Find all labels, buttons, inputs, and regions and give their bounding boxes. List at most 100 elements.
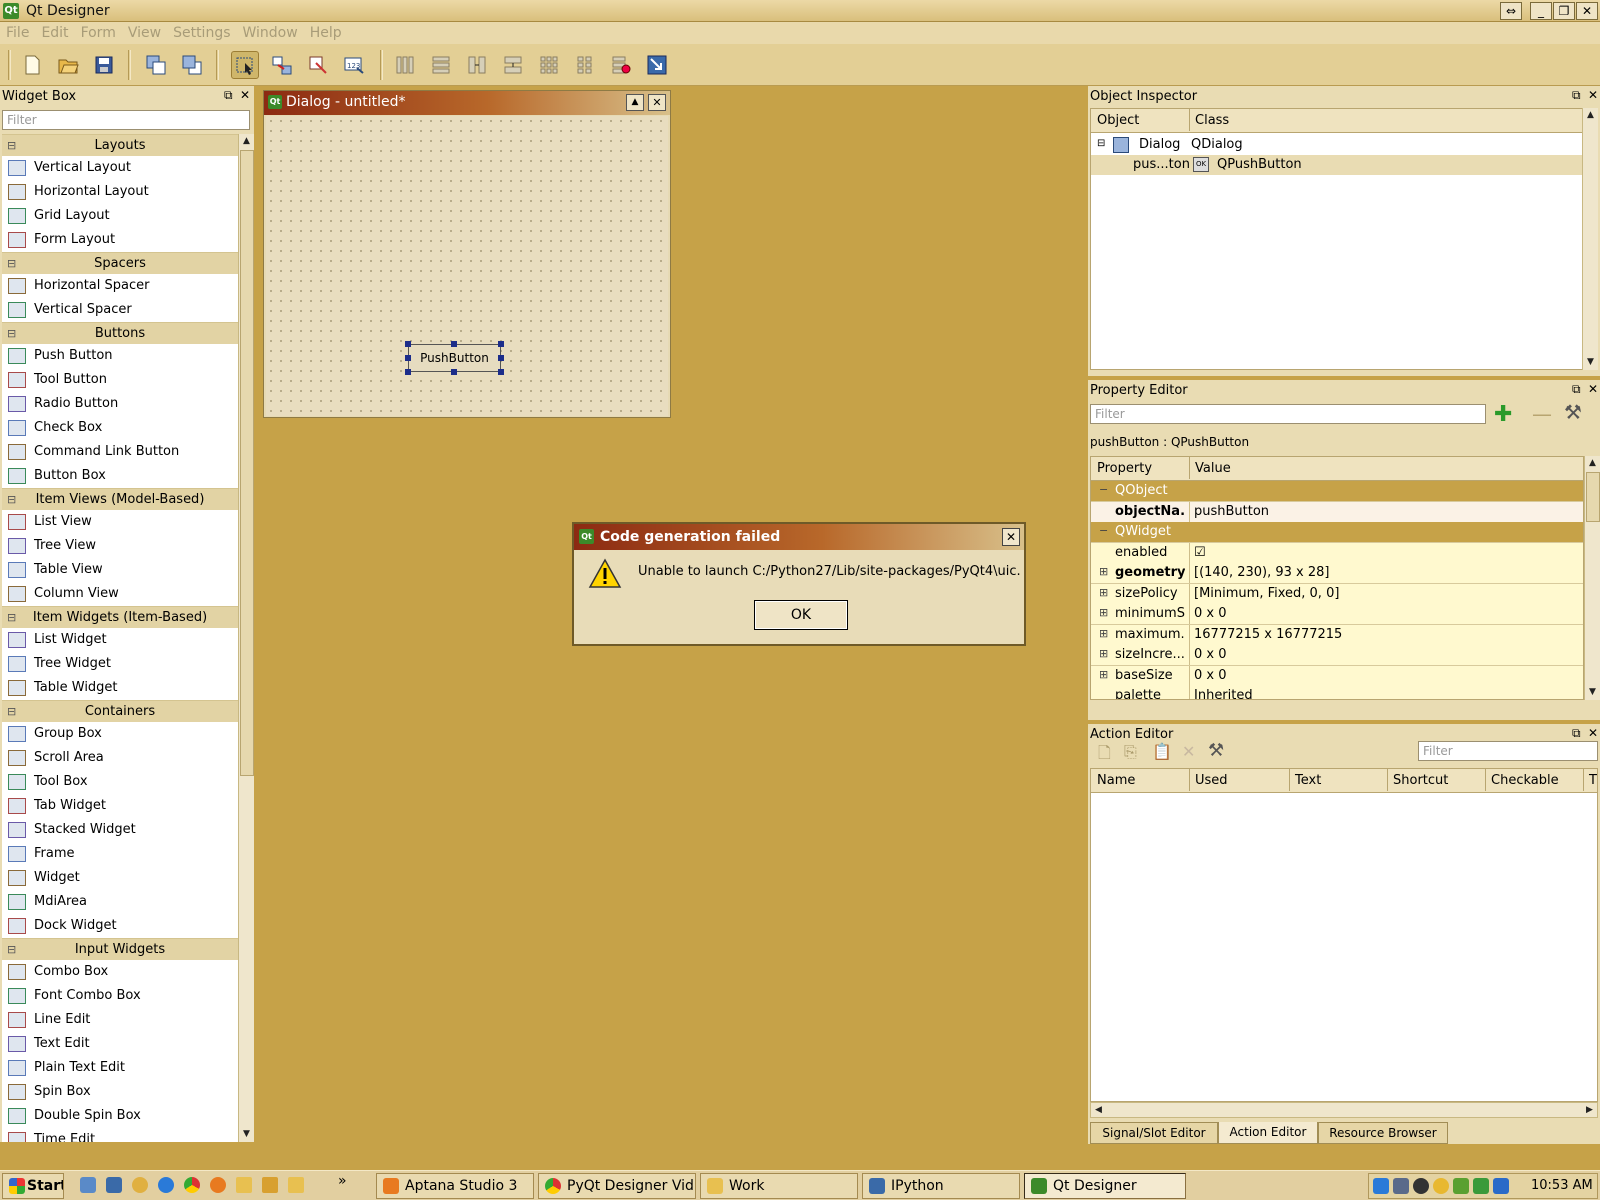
property-row[interactable]: palette Inherited bbox=[1091, 686, 1583, 699]
widget-item[interactable]: Tool Button bbox=[2, 368, 238, 392]
edit-signals-mode-button[interactable] bbox=[268, 51, 296, 79]
widget-item[interactable]: Tab Widget bbox=[2, 794, 238, 818]
widget-item[interactable]: Double Spin Box bbox=[2, 1104, 238, 1128]
menu-view[interactable]: View bbox=[122, 22, 167, 41]
widget-item[interactable]: Radio Button bbox=[2, 392, 238, 416]
widget-item[interactable]: Check Box bbox=[2, 416, 238, 440]
overflow-chevron-icon[interactable]: » bbox=[338, 1173, 347, 1189]
property-row[interactable]: ⊞ baseSize 0 x 0 bbox=[1091, 665, 1583, 687]
collapse-icon[interactable]: − bbox=[1099, 483, 1108, 496]
form-maximize-button[interactable]: ▲ bbox=[626, 94, 644, 111]
collapse-icon[interactable]: ⊟ bbox=[7, 607, 16, 629]
selection-handle[interactable] bbox=[405, 369, 411, 375]
column-header-name[interactable]: Name bbox=[1097, 773, 1135, 788]
column-header-property[interactable]: Property bbox=[1097, 461, 1152, 476]
layout-splitter-horizontal-button[interactable] bbox=[463, 51, 491, 79]
tray-icon[interactable] bbox=[1393, 1178, 1409, 1194]
taskbar-chrome[interactable]: PyQt Designer Vid... bbox=[538, 1173, 696, 1199]
property-row[interactable]: ⊞ maximum... 16777215 x 16777215 bbox=[1091, 624, 1583, 646]
widget-item[interactable]: List View bbox=[2, 510, 238, 534]
scroll-down-arrow[interactable]: ▼ bbox=[1583, 355, 1598, 370]
restore-window-button[interactable]: ⇔ bbox=[1500, 2, 1522, 20]
scrollbar-thumb[interactable] bbox=[1091, 1103, 1501, 1117]
property-group-row[interactable]: − QObject bbox=[1091, 481, 1583, 502]
widget-item[interactable]: Scroll Area bbox=[2, 746, 238, 770]
expand-icon[interactable]: ⊞ bbox=[1099, 586, 1108, 599]
maximize-button[interactable]: ❐ bbox=[1553, 2, 1575, 20]
column-header-used[interactable]: Used bbox=[1195, 773, 1228, 788]
property-filter-input[interactable]: Filter bbox=[1090, 404, 1486, 424]
property-row[interactable]: enabled ☑ bbox=[1091, 542, 1583, 564]
action-table-hscrollbar[interactable]: ◀ ▶ bbox=[1090, 1102, 1598, 1118]
enabled-checkbox[interactable]: ☑ bbox=[1194, 545, 1206, 560]
layout-grid-button[interactable] bbox=[535, 51, 563, 79]
widget-item[interactable]: Group Box bbox=[2, 722, 238, 746]
property-row[interactable]: objectNa... pushButton bbox=[1091, 501, 1583, 523]
column-header-shortcut[interactable]: Shortcut bbox=[1393, 773, 1448, 788]
widget-item[interactable]: Vertical Spacer bbox=[2, 298, 238, 322]
send-to-back-button[interactable] bbox=[142, 51, 170, 79]
widget-item[interactable]: MdiArea bbox=[2, 890, 238, 914]
widget-item[interactable]: Frame bbox=[2, 842, 238, 866]
property-row[interactable]: ⊞ sizePolicy [Minimum, Fixed, 0, 0] bbox=[1091, 583, 1583, 605]
bring-to-front-button[interactable] bbox=[178, 51, 206, 79]
selection-handle[interactable] bbox=[451, 369, 457, 375]
menu-settings[interactable]: Settings bbox=[167, 22, 236, 41]
open-form-button[interactable] bbox=[54, 51, 82, 79]
column-header-class[interactable]: Class bbox=[1195, 113, 1229, 128]
expand-icon[interactable]: ⊞ bbox=[1099, 606, 1108, 619]
widget-item[interactable]: Button Box bbox=[2, 464, 238, 488]
layout-vertically-button[interactable] bbox=[427, 51, 455, 79]
folder-icon[interactable] bbox=[288, 1177, 304, 1193]
widget-item[interactable]: Form Layout bbox=[2, 228, 238, 252]
ok-button[interactable]: OK bbox=[754, 600, 848, 630]
aptana-icon[interactable] bbox=[210, 1177, 226, 1193]
widget-category-header[interactable]: ⊟ Input Widgets bbox=[2, 938, 238, 960]
tray-icon[interactable] bbox=[1413, 1178, 1429, 1194]
widget-item[interactable]: Text Edit bbox=[2, 1032, 238, 1056]
widget-item[interactable]: Vertical Layout bbox=[2, 156, 238, 180]
widget-category-header[interactable]: ⊟ Spacers bbox=[2, 252, 238, 274]
scroll-right-arrow[interactable]: ▶ bbox=[1582, 1103, 1597, 1118]
collapse-icon[interactable]: ⊟ bbox=[7, 701, 16, 723]
quick-launch-icon[interactable] bbox=[132, 1177, 148, 1193]
internet-explorer-icon[interactable] bbox=[158, 1177, 174, 1193]
property-editor-float-button[interactable]: ⧉ bbox=[1572, 382, 1581, 397]
layout-splitter-vertical-button[interactable] bbox=[499, 51, 527, 79]
quick-launch-icon[interactable] bbox=[80, 1177, 96, 1193]
selection-handle[interactable] bbox=[498, 341, 504, 347]
minimize-button[interactable]: _ bbox=[1530, 2, 1552, 20]
widget-item[interactable]: Widget bbox=[2, 866, 238, 890]
collapse-icon[interactable]: ⊟ bbox=[7, 135, 16, 157]
widget-item[interactable]: Horizontal Layout bbox=[2, 180, 238, 204]
form-push-button[interactable]: PushButton bbox=[408, 344, 501, 372]
menu-file[interactable]: File bbox=[0, 22, 35, 41]
new-form-button[interactable] bbox=[18, 51, 46, 79]
widget-item[interactable]: Horizontal Spacer bbox=[2, 274, 238, 298]
quick-launch-icon[interactable] bbox=[262, 1177, 278, 1193]
widget-item[interactable]: Tree View bbox=[2, 534, 238, 558]
widget-item[interactable]: Spin Box bbox=[2, 1080, 238, 1104]
widget-category-header[interactable]: ⊟ Layouts bbox=[2, 134, 238, 156]
form-window-titlebar[interactable]: Qt Dialog - untitled* bbox=[264, 91, 670, 115]
selection-handle[interactable] bbox=[498, 369, 504, 375]
tab-action-editor[interactable]: Action Editor bbox=[1218, 1122, 1318, 1144]
widget-item[interactable]: Plain Text Edit bbox=[2, 1056, 238, 1080]
widget-item[interactable]: Grid Layout bbox=[2, 204, 238, 228]
widget-category-header[interactable]: ⊟ Buttons bbox=[2, 322, 238, 344]
widget-category-header[interactable]: ⊟ Item Views (Model-Based) bbox=[2, 488, 238, 510]
tray-icon[interactable] bbox=[1493, 1178, 1509, 1194]
action-editor-close-button[interactable]: ✕ bbox=[1588, 726, 1598, 740]
scroll-left-arrow[interactable]: ◀ bbox=[1091, 1103, 1106, 1118]
selection-handle[interactable] bbox=[451, 341, 457, 347]
widget-box-scrollbar[interactable]: ▲ ▼ bbox=[238, 134, 254, 1142]
tree-row-dialog[interactable]: ⊟ Dialog QDialog bbox=[1091, 135, 1583, 155]
add-dynamic-property-icon[interactable]: ✚ bbox=[1494, 402, 1512, 427]
widget-item[interactable]: Push Button bbox=[2, 344, 238, 368]
taskbar-work-folder[interactable]: Work bbox=[700, 1173, 858, 1199]
collapse-icon[interactable]: ⊟ bbox=[7, 489, 16, 511]
start-button[interactable]: Start bbox=[2, 1173, 64, 1199]
widget-category-header[interactable]: ⊟ Item Widgets (Item-Based) bbox=[2, 606, 238, 628]
scroll-up-arrow[interactable]: ▲ bbox=[1583, 108, 1598, 123]
taskbar-ipython[interactable]: IPython bbox=[862, 1173, 1020, 1199]
